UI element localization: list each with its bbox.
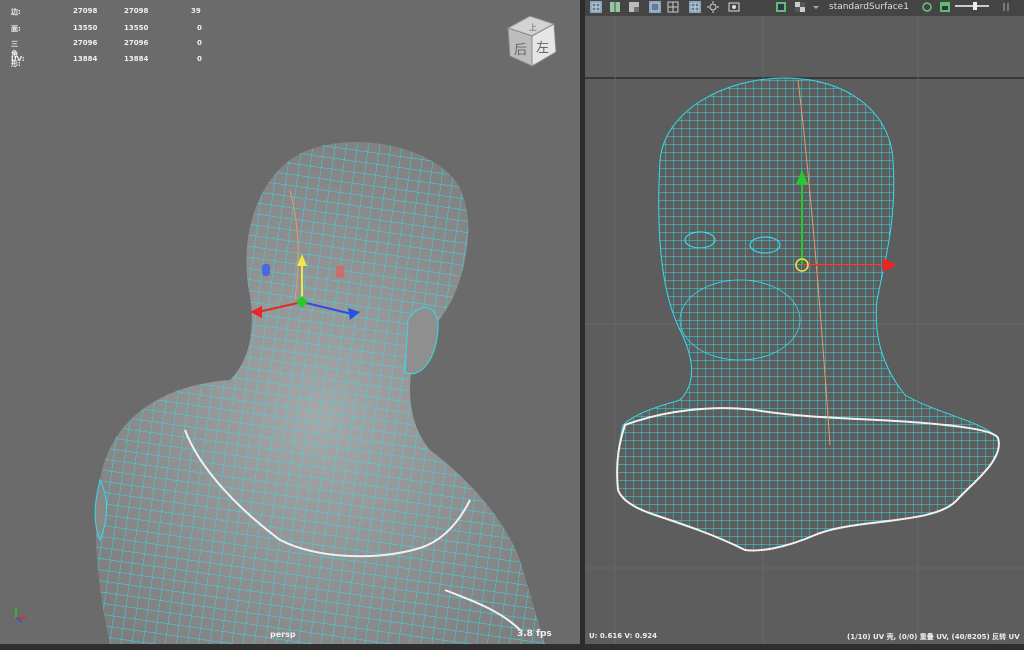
camera-label: persp [270,630,296,639]
mesh-model[interactable] [94,141,546,644]
hud-value: 13884 [124,55,149,63]
uv-coords-readout: U: 0.616 V: 0.924 [589,632,657,640]
hud-value: 27096 [73,39,98,47]
fps-label: 3.8 fps [517,629,552,639]
hud-value: 27098 [73,7,98,15]
uv-shell[interactable] [616,77,1000,552]
axis-triad-icon [15,608,26,623]
uv-selection-info: (1/10) UV 壳, (0/0) 重叠 UV, (40/8205) 反转 U… [847,633,1020,641]
hud-value: 13550 [73,24,98,32]
hud-value: 27096 [124,39,149,47]
viewport-scene: 上 后 左 [15,15,557,644]
ear-mesh [404,307,439,375]
hud-value: 13550 [124,24,149,32]
view-cube-right-label: 左 [536,41,549,56]
uv-canvas[interactable] [585,0,1024,644]
view-cube[interactable]: 上 后 左 [506,15,557,67]
hud-label: 面: [11,25,21,33]
hud-value: 0 [197,39,202,47]
hud-label: 三角形: [11,40,21,68]
manip-plane-blue-icon[interactable] [262,264,270,276]
view-cube-top-label: 上 [529,23,537,32]
hud-value: 39 [191,7,201,15]
uv-manip-u-arrow-icon[interactable] [883,258,897,272]
view-cube-front-label: 后 [514,43,527,58]
bottom-strip [0,644,1024,650]
manip-plane-red-icon[interactable] [336,266,344,278]
uv-face-region [679,279,801,361]
hud-value: 13884 [73,55,98,63]
uv-editor-panel[interactable]: standardSurface1 U: 0.616 V: 0.924 (1/10… [585,0,1024,644]
mesh-wireframe [95,141,546,644]
hud-value: 0 [197,24,202,32]
perspective-viewport[interactable]: 上 后 左 边: 27098 27098 39 面: 13550 13550 0… [0,0,580,644]
hud-label: UV: [11,55,25,63]
hud-label: 边: [11,8,21,16]
hud-value: 0 [197,55,202,63]
uv-shell-wireframe [616,77,1000,551]
hud-value: 27098 [124,7,149,15]
